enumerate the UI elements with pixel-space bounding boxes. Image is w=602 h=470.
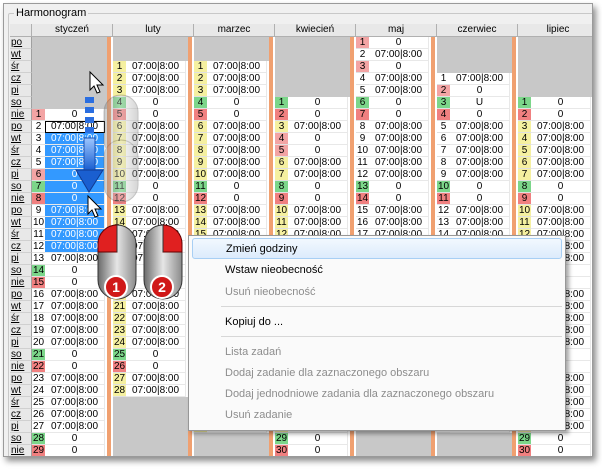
step-two-label: 2 — [158, 279, 166, 295]
mouse-left-click-icon: 1 — [97, 224, 137, 300]
mouse-right-click-icon: 2 — [143, 224, 183, 300]
step-one-label: 1 — [112, 279, 120, 295]
mouse-trail-icon — [103, 94, 139, 203]
cursor-start-icon — [89, 70, 105, 94]
mouse-illustration: 1 2 — [75, 70, 183, 300]
drag-down-arrow-icon — [75, 97, 104, 193]
cursor-end-icon — [87, 194, 103, 218]
